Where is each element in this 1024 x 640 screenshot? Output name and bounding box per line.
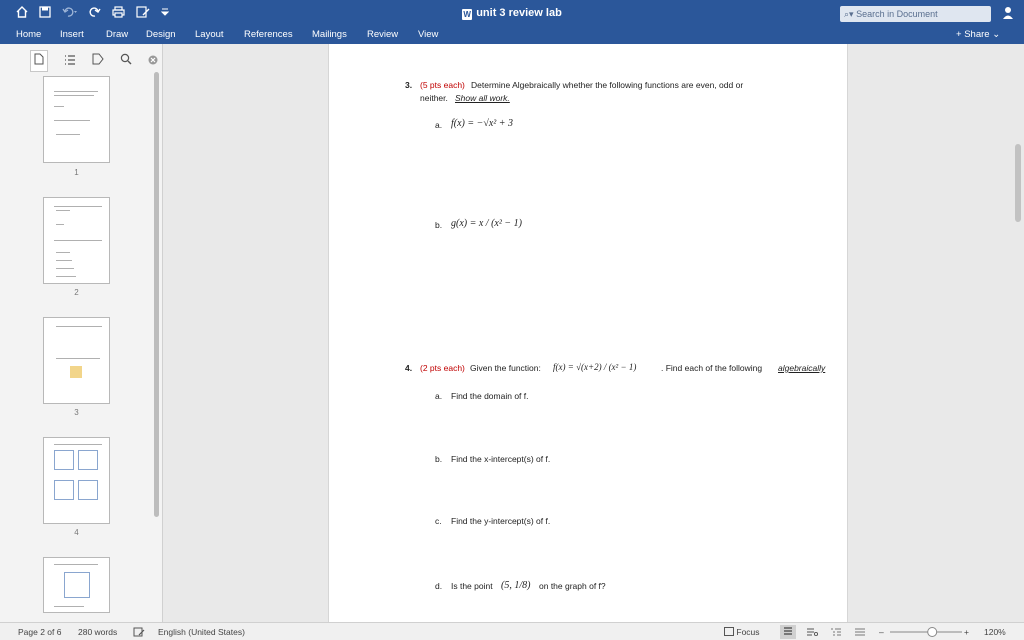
graph-grid [78,480,98,500]
graph-grid [54,480,74,500]
navigation-scrollbar[interactable] [154,72,159,517]
tab-view[interactable]: View [418,29,438,40]
focus-button[interactable]: Focus [724,627,760,637]
search-icon[interactable] [120,52,132,70]
word-count[interactable]: 280 words [78,627,117,637]
search-placeholder: Search in Document [856,9,938,19]
part-label: a. [435,120,443,130]
part-label: c. [435,516,442,526]
function-expression: f(x) = √(x+2) / (x² − 1) [553,362,637,372]
close-icon[interactable] [148,52,158,70]
question-text: . Find each of the following [661,363,763,373]
zoom-in-button[interactable]: + [964,627,969,637]
status-bar: Page 2 of 6 280 words English (United St… [0,622,1024,640]
zoom-slider[interactable] [890,627,962,637]
search-icon: ⌕▾ [844,9,854,19]
part-text: Find the y-intercept(s) of f. [451,516,551,526]
question-points: (2 pts each) [420,363,465,373]
focus-icon [724,627,736,637]
question-text: Given the function: [470,363,541,373]
zoom-out-button[interactable]: – [879,627,884,637]
thumbnail-page-number: 3 [74,408,79,417]
graph-grid [54,450,74,470]
tab-draw[interactable]: Draw [106,29,128,40]
word-document-icon: W [462,9,473,20]
thumbnail-page-number: 2 [74,288,79,297]
document-title-text: unit 3 review lab [476,7,562,19]
language[interactable]: English (United States) [158,627,245,637]
question-text: neither. [420,93,448,103]
part-label: d. [435,581,443,591]
question-text: Determine Algebraically whether the foll… [471,80,744,90]
draft-layout-icon[interactable] [854,627,866,639]
zoom-level[interactable]: 120% [984,627,1006,637]
focus-label: Focus [736,627,760,637]
question-instruction: Show all work. [455,93,510,103]
search-input[interactable]: ⌕▾ Search in Document [840,6,991,22]
zoom-slider-thumb[interactable] [927,627,938,637]
question-number: 4. [405,363,413,373]
tab-review[interactable]: Review [367,29,398,40]
add-person-icon: + [956,29,962,40]
outline-view-icon[interactable] [64,52,76,70]
proofing-icon[interactable] [133,627,145,639]
point-expression: (5, 1/8) [501,580,531,591]
page-thumbnail[interactable] [43,437,110,524]
tab-references[interactable]: References [244,29,293,40]
thumbnail-page-number: 4 [74,528,79,537]
part-label: b. [435,220,443,230]
part-label: a. [435,391,443,401]
navigation-pane: 1 2 3 4 [0,44,163,622]
graph-image [70,366,82,378]
comments-view-icon[interactable] [92,52,104,70]
part-text: Find the domain of f. [451,391,529,401]
outline-layout-icon[interactable] [830,627,842,639]
tab-mailings[interactable]: Mailings [312,29,347,40]
part-text: Is the point [451,581,493,591]
question-instruction: algebraically [778,363,826,373]
chevron-down-icon: ⌄ [992,29,1001,40]
question-number: 3. [405,80,413,90]
function-expression: g(x) = x / (x² − 1) [451,218,522,229]
document-scrollbar[interactable] [1015,144,1021,222]
page-thumbnail[interactable] [43,197,110,284]
part-text: Find the x-intercept(s) of f. [451,454,551,464]
thumbnail-page-number: 1 [74,168,79,177]
document-area: 3. (5 pts each) Determine Algebraically … [164,44,1024,622]
ribbon-tabs: Home Insert Draw Design Layout Reference… [0,28,1024,44]
tab-home[interactable]: Home [16,29,41,40]
page-count[interactable]: Page 2 of 6 [18,627,61,637]
tab-design[interactable]: Design [146,29,176,40]
part-label: b. [435,454,443,464]
question-points: (5 pts each) [420,80,465,90]
user-account-icon[interactable] [1002,6,1014,25]
function-expression: f(x) = −√x² + 3 [451,118,514,129]
navigation-toolbar [30,50,158,72]
page-thumbnail[interactable] [43,557,110,613]
title-bar: Wunit 3 review lab ⌕▾ Search in Document [0,0,1024,28]
thumbnails-view-icon[interactable] [30,50,48,72]
page-thumbnail[interactable] [43,317,110,404]
graph-grid [64,572,90,598]
share-label: Share [964,29,990,40]
web-layout-icon[interactable] [806,627,819,639]
page-thumbnail[interactable] [43,76,110,163]
tab-layout[interactable]: Layout [195,29,224,40]
graph-grid [78,450,98,470]
tab-insert[interactable]: Insert [60,29,84,40]
part-text: on the graph of f? [539,581,606,591]
document-page: 3. (5 pts each) Determine Algebraically … [328,44,848,622]
share-button[interactable]: + Share ⌄ [956,29,1000,40]
print-layout-icon[interactable] [780,625,796,639]
